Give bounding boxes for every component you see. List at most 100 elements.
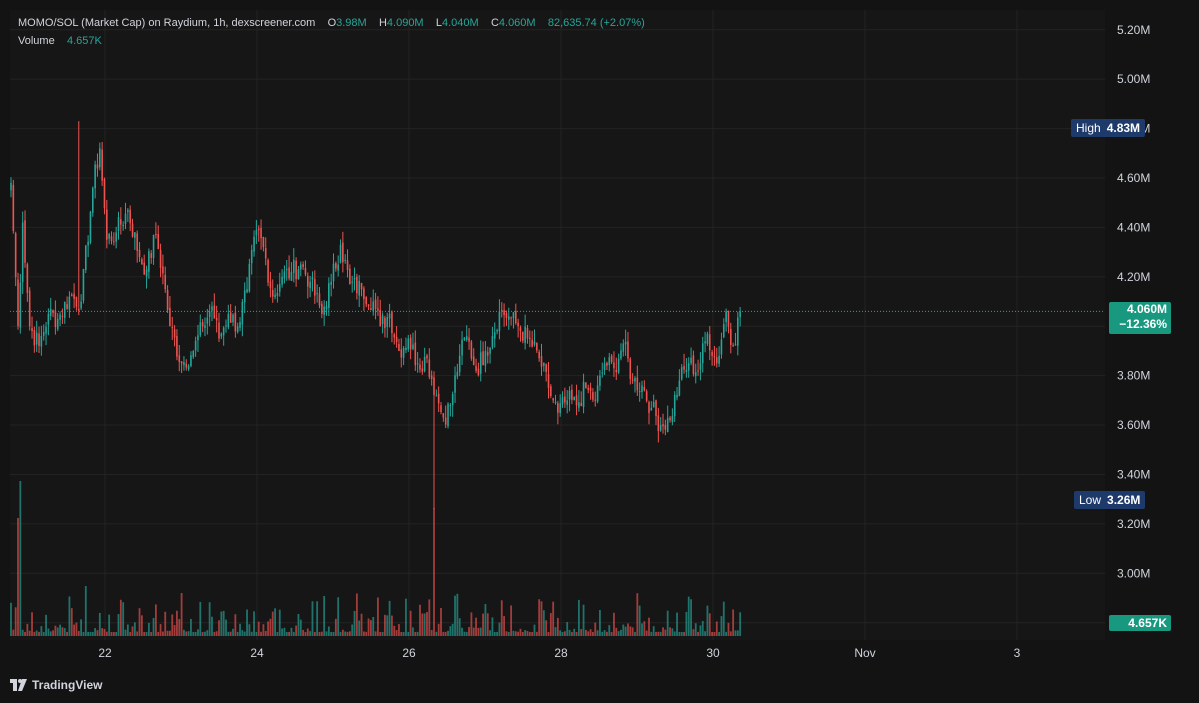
candle-body	[222, 327, 225, 336]
volume-bar	[559, 630, 562, 636]
candle-body	[680, 367, 683, 380]
volume-bar	[94, 628, 97, 636]
candle-body	[80, 301, 82, 309]
tradingview-logo[interactable]: TradingView	[10, 678, 102, 692]
candle-body	[386, 317, 389, 327]
volume-bar	[440, 607, 442, 636]
volume-bar	[152, 617, 155, 636]
candle-body	[475, 365, 477, 371]
low-badge: Low 3.26M	[1074, 491, 1146, 509]
high-badge-label: High	[1076, 121, 1101, 135]
candle-body	[430, 375, 433, 380]
candle-body	[615, 369, 618, 373]
candle-body	[381, 315, 384, 325]
candle-body	[157, 234, 160, 250]
candle-body	[377, 308, 379, 311]
volume-bar	[566, 622, 569, 636]
candle-body	[45, 326, 47, 334]
candle-body	[426, 355, 428, 359]
volume-bar	[215, 631, 218, 636]
open-label: O	[327, 17, 337, 29]
volume-bar	[465, 631, 468, 636]
volume-bar	[648, 617, 650, 636]
volume-bar	[381, 631, 384, 636]
volume-bar	[627, 623, 629, 636]
volume-bar	[313, 631, 316, 636]
volume-bar	[428, 599, 431, 636]
candle-body	[164, 274, 167, 290]
volume-bar	[143, 631, 146, 636]
volume-bar	[91, 631, 94, 636]
volume-bar	[542, 610, 545, 636]
candle-body	[192, 350, 195, 357]
candle-body	[608, 357, 611, 365]
volume-bar	[470, 612, 473, 636]
candle-body	[526, 328, 529, 339]
candle-body	[388, 313, 391, 319]
candle-body	[512, 312, 515, 319]
candle-body	[47, 313, 50, 325]
volume-bar	[33, 631, 36, 636]
volume-bar	[573, 628, 576, 636]
volume-bar	[596, 630, 599, 636]
last-price-value: 4.060M	[1126, 302, 1167, 316]
candle-body	[21, 222, 24, 283]
candle-body	[564, 396, 566, 403]
volume-bar	[482, 613, 484, 636]
price-chart[interactable]: 5.20M5.00M4.80M4.60M4.40M4.20M4.00M3.80M…	[0, 0, 1199, 703]
candle-body	[468, 337, 470, 342]
volume-bar	[323, 595, 326, 636]
x-tick-label: Nov	[854, 646, 875, 660]
candle-body	[290, 271, 293, 281]
candle-body	[197, 335, 199, 341]
volume-bar	[493, 631, 496, 636]
volume-bar	[236, 631, 239, 636]
volume-bar	[218, 620, 220, 636]
volume-bar	[489, 630, 491, 636]
volume-bar	[243, 631, 246, 636]
high-label: H	[378, 17, 387, 29]
volume-bar	[75, 622, 78, 636]
last-price-badge: 4.060M −12.36%	[1109, 302, 1171, 334]
volume-bar	[257, 621, 260, 636]
volume-bar	[19, 481, 22, 636]
volume-bar	[729, 631, 732, 636]
candle-body	[134, 232, 136, 238]
volume-bar	[140, 615, 143, 636]
candle-body	[206, 317, 209, 324]
candle-body	[456, 371, 459, 377]
candle-body	[267, 260, 269, 283]
volume-bar	[589, 629, 592, 636]
volume-bar	[147, 622, 150, 636]
volume-bar	[463, 631, 466, 636]
candle-body	[56, 318, 59, 330]
candle-body	[657, 415, 660, 432]
volume-bar	[84, 586, 87, 636]
volume-bar	[545, 620, 548, 636]
volume-bar	[456, 593, 459, 636]
volume-bar	[339, 631, 342, 636]
volume-bar	[671, 628, 674, 636]
candle-body	[606, 362, 608, 366]
candle-body	[201, 322, 204, 327]
volume-bar	[49, 631, 52, 636]
candle-body	[110, 236, 113, 241]
volume-bar	[690, 599, 692, 636]
volume-bar	[676, 612, 678, 636]
candle-body	[699, 363, 702, 370]
candle-body	[122, 224, 124, 227]
candle-body	[433, 377, 435, 395]
candle-body	[694, 372, 697, 377]
volume-bar	[388, 600, 391, 636]
volume-bar	[587, 631, 590, 636]
candle-body	[346, 260, 349, 270]
volume-bar	[498, 622, 501, 636]
volume-bar	[183, 629, 185, 636]
volume-bar	[421, 613, 424, 636]
volume-bar	[150, 631, 153, 636]
volume-bar	[232, 628, 234, 636]
candle-body	[42, 331, 45, 336]
low-badge-label: Low	[1079, 493, 1102, 507]
candle-body	[28, 290, 31, 327]
candle-body	[414, 342, 417, 366]
